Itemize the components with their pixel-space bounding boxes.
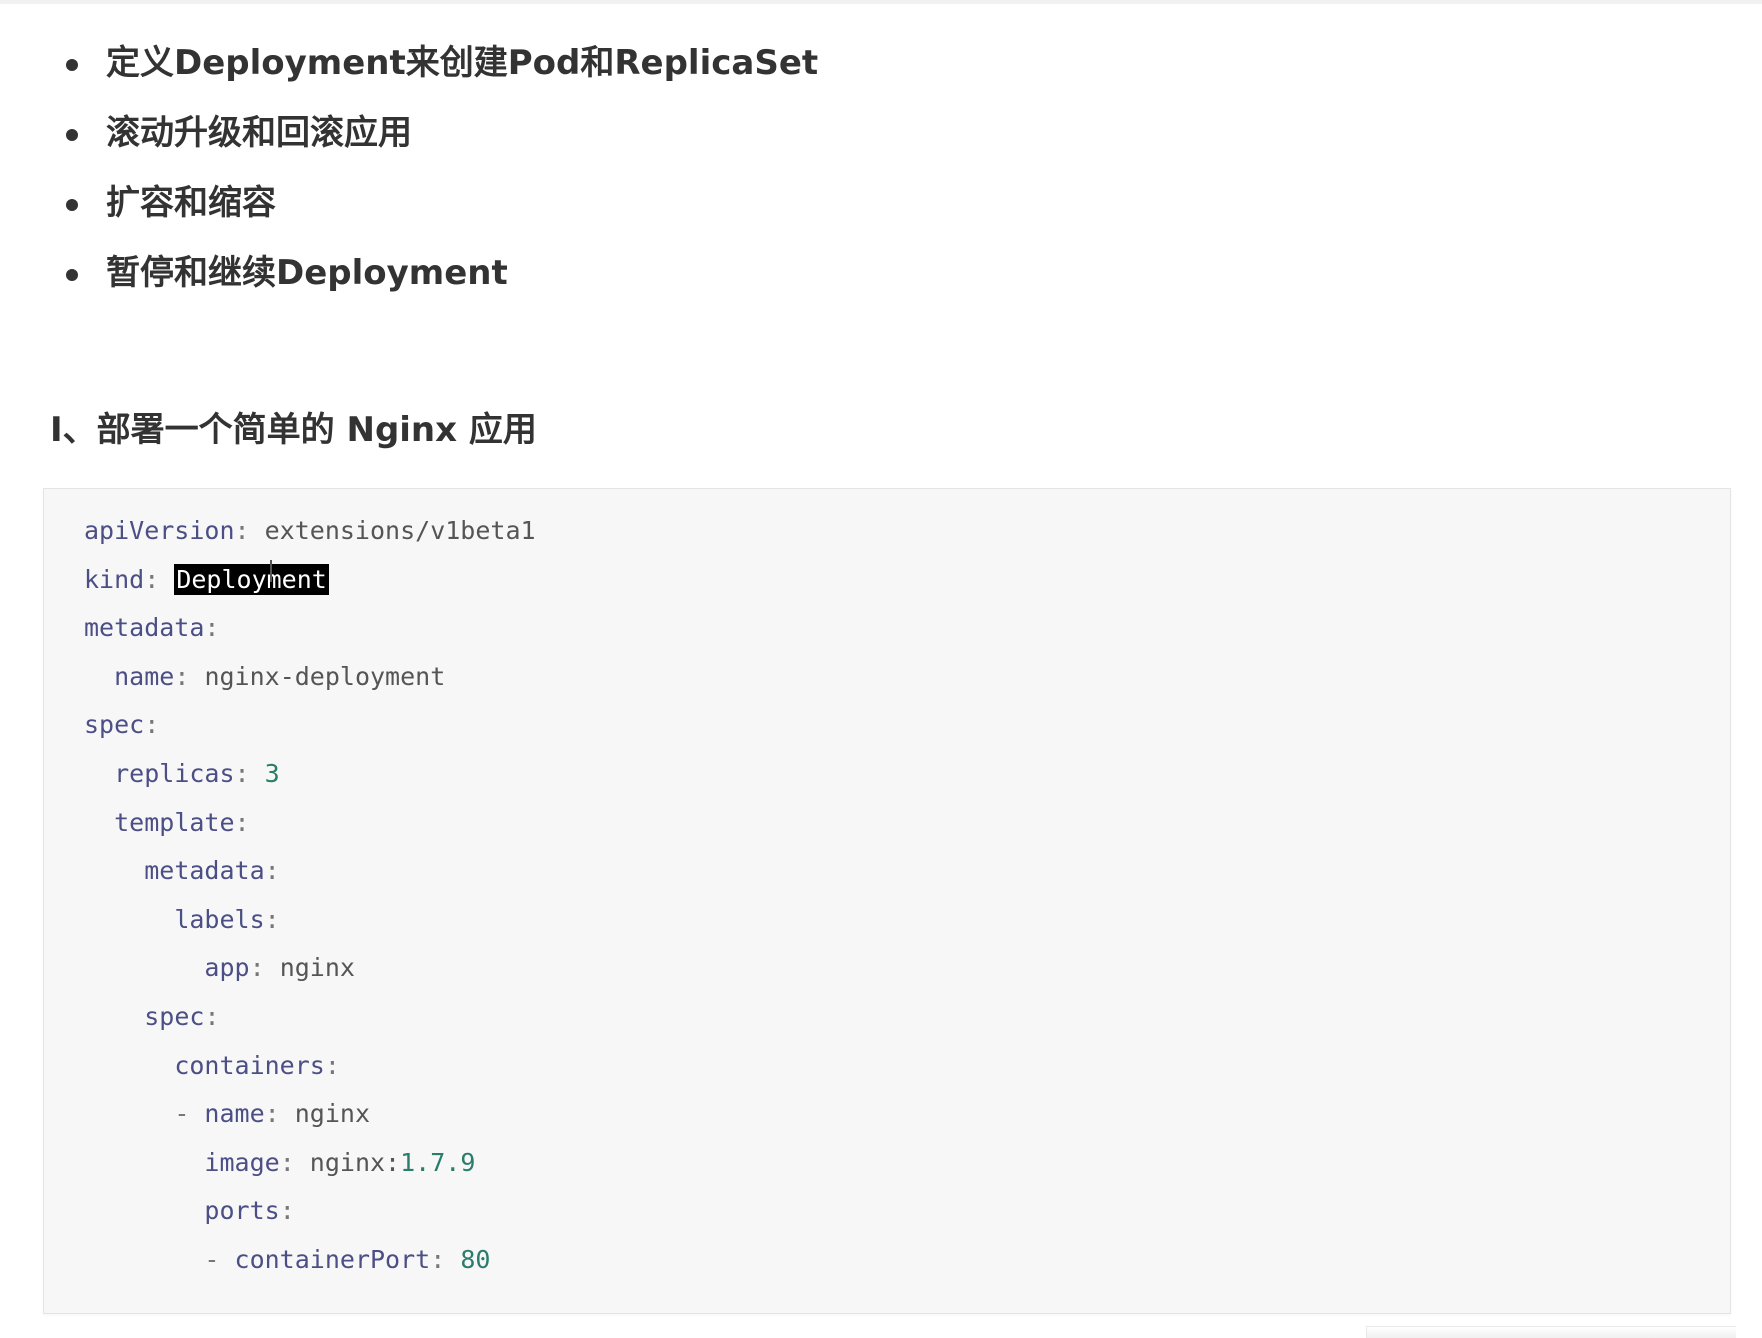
code-value: nginx: [294, 1099, 371, 1129]
code-line-template-metadata: metadata:: [144, 856, 280, 886]
code-number: 1.7.9: [400, 1147, 476, 1177]
code-line-apiversion: apiVersion: extensions/v1beta1: [84, 516, 536, 545]
code-line-ports: ports:: [204, 1196, 295, 1226]
code-value: nginx-deployment: [204, 661, 446, 691]
bullet-text: 定义Deployment来创建Pod和ReplicaSet: [106, 43, 819, 83]
code-key: apiVersion: [84, 516, 235, 545]
code-content[interactable]: apiVersion: extensions/v1beta1 kind: Depl…: [84, 507, 536, 1285]
bullet-item: 定义Deployment来创建Pod和ReplicaSet: [66, 33, 818, 103]
bullet-item: 扩容和缩容: [66, 173, 818, 243]
bullet-text: 滚动升级和回滚应用: [106, 113, 412, 153]
code-key: metadata: [84, 613, 205, 643]
bullet-dot-icon: [66, 59, 78, 71]
code-line-labels: labels:: [174, 904, 280, 934]
bullet-item: 暂停和继续Deployment: [66, 243, 818, 313]
bullet-dot-icon: [66, 129, 78, 141]
code-key: labels: [174, 904, 265, 934]
code-key: template: [114, 807, 235, 837]
bullet-item: 滚动升级和回滚应用: [66, 103, 818, 173]
code-key: kind: [84, 564, 145, 594]
code-value: nginx:: [309, 1147, 401, 1177]
bullet-text: 暂停和继续Deployment: [106, 253, 508, 293]
code-key: metadata: [144, 856, 265, 886]
code-line-name: name: nginx-deployment: [114, 661, 446, 691]
bullet-text: 扩容和缩容: [106, 183, 276, 223]
code-value: extensions/v1beta1: [264, 516, 536, 545]
code-line-replicas: replicas: 3: [114, 758, 280, 788]
code-line-template-spec: spec:: [144, 1001, 220, 1031]
code-line-spec: spec:: [84, 710, 160, 740]
top-edge-divider: [0, 0, 1762, 4]
code-line-image: image: nginx:1.7.9: [204, 1147, 476, 1177]
code-key: containerPort: [234, 1244, 431, 1274]
code-key: name: [114, 661, 175, 691]
code-number: 3: [264, 758, 280, 788]
code-line-kind: kind: Deployment: [84, 563, 329, 595]
yaml-code-block[interactable]: apiVersion: extensions/v1beta1 kind: Depl…: [43, 488, 1731, 1314]
code-line-metadata: metadata:: [84, 613, 220, 643]
code-key: containers: [174, 1050, 325, 1080]
code-number: 80: [460, 1244, 491, 1274]
code-key: spec: [84, 710, 145, 740]
code-key: app: [204, 953, 250, 983]
bullet-dot-icon: [66, 269, 78, 281]
bullet-dot-icon: [66, 199, 78, 211]
code-line-template: template:: [114, 807, 250, 837]
code-key: image: [204, 1147, 280, 1177]
text-cursor-icon: [270, 560, 273, 582]
code-key: name: [204, 1099, 265, 1129]
code-line-containers: containers:: [174, 1050, 340, 1080]
code-key: spec: [144, 1001, 205, 1031]
code-line-container-port: - containerPort: 80: [204, 1244, 491, 1274]
floating-panel-edge: [1366, 1326, 1736, 1338]
code-value: nginx: [279, 953, 355, 983]
code-key: ports: [204, 1196, 280, 1226]
code-line-container-name: - name: nginx: [174, 1099, 371, 1129]
selected-text-highlight[interactable]: Deployment: [174, 563, 329, 595]
feature-bullet-list: 定义Deployment来创建Pod和ReplicaSet 滚动升级和回滚应用 …: [66, 33, 818, 313]
code-line-app: app: nginx: [204, 953, 355, 983]
section-heading: I、部署一个简单的 Nginx 应用: [50, 410, 537, 450]
code-key: replicas: [114, 758, 235, 788]
